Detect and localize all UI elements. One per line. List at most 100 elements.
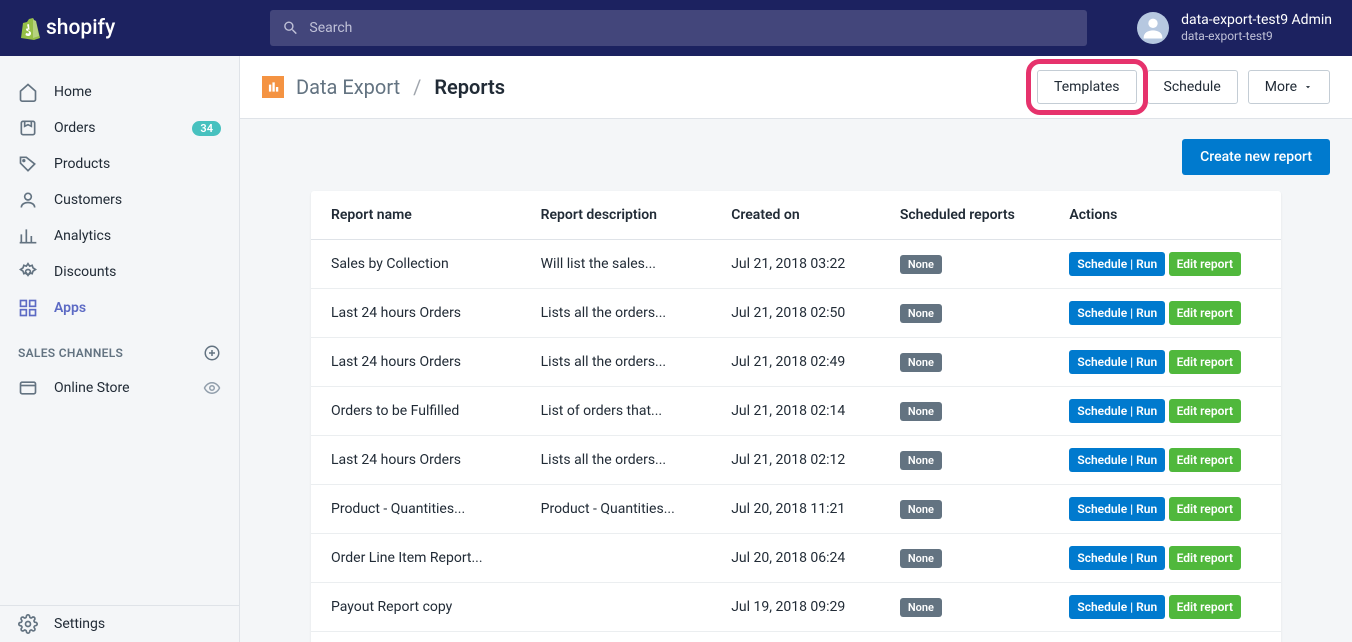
create-row: Create new report — [262, 139, 1330, 175]
sidebar-item-settings[interactable]: Settings — [0, 606, 239, 642]
table-row[interactable]: Orders to be Fulfilled List of orders th… — [311, 387, 1281, 436]
logo[interactable]: shopify — [0, 16, 240, 40]
cell-created: Jul 21, 2018 02:50 — [711, 289, 880, 338]
avatar — [1137, 12, 1169, 44]
th-name: Report name — [311, 191, 521, 240]
sidebar-item-customers[interactable]: Customers — [0, 182, 239, 218]
sidebar-item-label: Customers — [54, 192, 122, 208]
edit-report-button[interactable]: Edit report — [1169, 252, 1241, 276]
cell-name: Last 24 hours Orders — [311, 436, 521, 485]
sidebar-item-analytics[interactable]: Analytics — [0, 218, 239, 254]
sidebar-item-label: Analytics — [54, 228, 111, 244]
cell-desc: Lists all the orders... — [521, 436, 712, 485]
cell-created: Jul 21, 2018 02:12 — [711, 436, 880, 485]
cell-created: Jul 21, 2018 02:14 — [711, 387, 880, 436]
cell-name: Orders to be Fulfilled — [311, 387, 521, 436]
edit-report-button[interactable]: Edit report — [1169, 448, 1241, 472]
home-icon — [18, 82, 38, 102]
cell-created: Jul 20, 2018 11:21 — [711, 485, 880, 534]
schedule-run-button[interactable]: Schedule | Run — [1069, 301, 1165, 325]
cell-scheduled: None — [880, 534, 1050, 583]
cell-actions: Schedule | Run Edit report — [1049, 338, 1281, 387]
orders-icon — [18, 118, 38, 138]
edit-report-button[interactable]: Edit report — [1169, 595, 1241, 619]
search-box[interactable] — [270, 10, 1087, 46]
search-wrap — [240, 10, 1117, 46]
table-row[interactable]: Last 24 hours Orders Lists all the order… — [311, 338, 1281, 387]
schedule-run-button[interactable]: Schedule | Run — [1069, 399, 1165, 423]
schedule-run-button[interactable]: Schedule | Run — [1069, 546, 1165, 570]
more-button[interactable]: More — [1248, 70, 1330, 104]
table-row[interactable]: Product - Quantities... Product - Quanti… — [311, 485, 1281, 534]
reports-table: Report name Report description Created o… — [311, 191, 1281, 642]
edit-report-button[interactable]: Edit report — [1169, 301, 1241, 325]
table-row[interactable]: Last 24 hours Orders Lists all the order… — [311, 436, 1281, 485]
table-row[interactable]: Payout Report copy Jul 19, 2018 09:29 No… — [311, 583, 1281, 632]
user-name: data-export-test9 Admin — [1181, 12, 1332, 29]
none-badge: None — [900, 598, 942, 617]
edit-report-button[interactable]: Edit report — [1169, 399, 1241, 423]
edit-report-button[interactable]: Edit report — [1169, 546, 1241, 570]
schedule-button[interactable]: Schedule — [1147, 70, 1238, 104]
edit-report-button[interactable]: Edit report — [1169, 350, 1241, 374]
sidebar-item-online-store[interactable]: Online Store — [0, 370, 239, 406]
app-icon — [262, 76, 284, 98]
schedule-run-button[interactable]: Schedule | Run — [1069, 595, 1165, 619]
none-badge: None — [900, 500, 942, 519]
cell-desc — [521, 534, 712, 583]
templates-button[interactable]: Templates — [1037, 70, 1137, 104]
topbar: shopify data-export-test9 Admin data-exp… — [0, 0, 1352, 56]
sidebar-item-orders[interactable]: Orders 34 — [0, 110, 239, 146]
sidebar-item-products[interactable]: Products — [0, 146, 239, 182]
user-area[interactable]: data-export-test9 Admin data-export-test… — [1117, 12, 1352, 44]
table-row[interactable]: Last 24 hours Orders Lists all the order… — [311, 289, 1281, 338]
cell-created: Jul 21, 2018 03:22 — [711, 240, 880, 289]
schedule-run-button[interactable]: Schedule | Run — [1069, 448, 1165, 472]
cell-actions: Schedule | Run Edit report — [1049, 387, 1281, 436]
cell-scheduled: None — [880, 338, 1050, 387]
view-store-icon[interactable] — [203, 379, 221, 397]
schedule-run-button[interactable]: Schedule | Run — [1069, 497, 1165, 521]
sidebar-item-label: Apps — [54, 300, 86, 316]
cell-desc — [521, 632, 712, 642]
none-badge: None — [900, 402, 942, 421]
cell-name: Sales by Collection — [311, 240, 521, 289]
products-icon — [18, 154, 38, 174]
cell-name: MAC Group Shopify... — [311, 632, 521, 642]
th-actions: Actions — [1049, 191, 1281, 240]
breadcrumb-app[interactable]: Data Export — [296, 75, 400, 99]
none-badge: None — [900, 451, 942, 470]
cell-actions: Schedule | Run Edit report — [1049, 240, 1281, 289]
cell-actions: Schedule | Run Edit report — [1049, 534, 1281, 583]
discounts-icon — [18, 262, 38, 282]
none-badge: None — [900, 304, 942, 323]
settings-icon — [18, 614, 38, 634]
cell-scheduled: None — [880, 436, 1050, 485]
sidebar-item-label: Settings — [54, 616, 105, 632]
content: Create new report Report name Report des… — [240, 119, 1352, 642]
user-text: data-export-test9 Admin data-export-test… — [1181, 12, 1332, 43]
table-row[interactable]: Sales by Collection Will list the sales.… — [311, 240, 1281, 289]
schedule-run-button[interactable]: Schedule | Run — [1069, 350, 1165, 374]
cell-scheduled: None — [880, 583, 1050, 632]
cell-created: Jul 20, 2018 06:24 — [711, 534, 880, 583]
none-badge: None — [900, 353, 942, 372]
create-report-button[interactable]: Create new report — [1182, 139, 1330, 175]
edit-report-button[interactable]: Edit report — [1169, 497, 1241, 521]
sidebar-item-discounts[interactable]: Discounts — [0, 254, 239, 290]
user-sub: data-export-test9 — [1181, 29, 1332, 43]
cell-desc: Will list the sales... — [521, 240, 712, 289]
schedule-run-button[interactable]: Schedule | Run — [1069, 252, 1165, 276]
search-input[interactable] — [309, 20, 1075, 36]
cell-scheduled: None — [880, 632, 1050, 642]
online-store-icon — [18, 378, 38, 398]
avatar-icon — [1139, 14, 1167, 42]
sidebar-item-home[interactable]: Home — [0, 74, 239, 110]
table-row[interactable]: Order Line Item Report... Jul 20, 2018 0… — [311, 534, 1281, 583]
table-row[interactable]: MAC Group Shopify... Jul 19, 2018 09:21 … — [311, 632, 1281, 642]
sidebar-item-label: Orders — [54, 120, 96, 136]
add-channel-icon[interactable] — [203, 344, 221, 362]
cell-name: Last 24 hours Orders — [311, 338, 521, 387]
apps-icon — [18, 298, 38, 318]
sidebar-item-apps[interactable]: Apps — [0, 290, 239, 326]
